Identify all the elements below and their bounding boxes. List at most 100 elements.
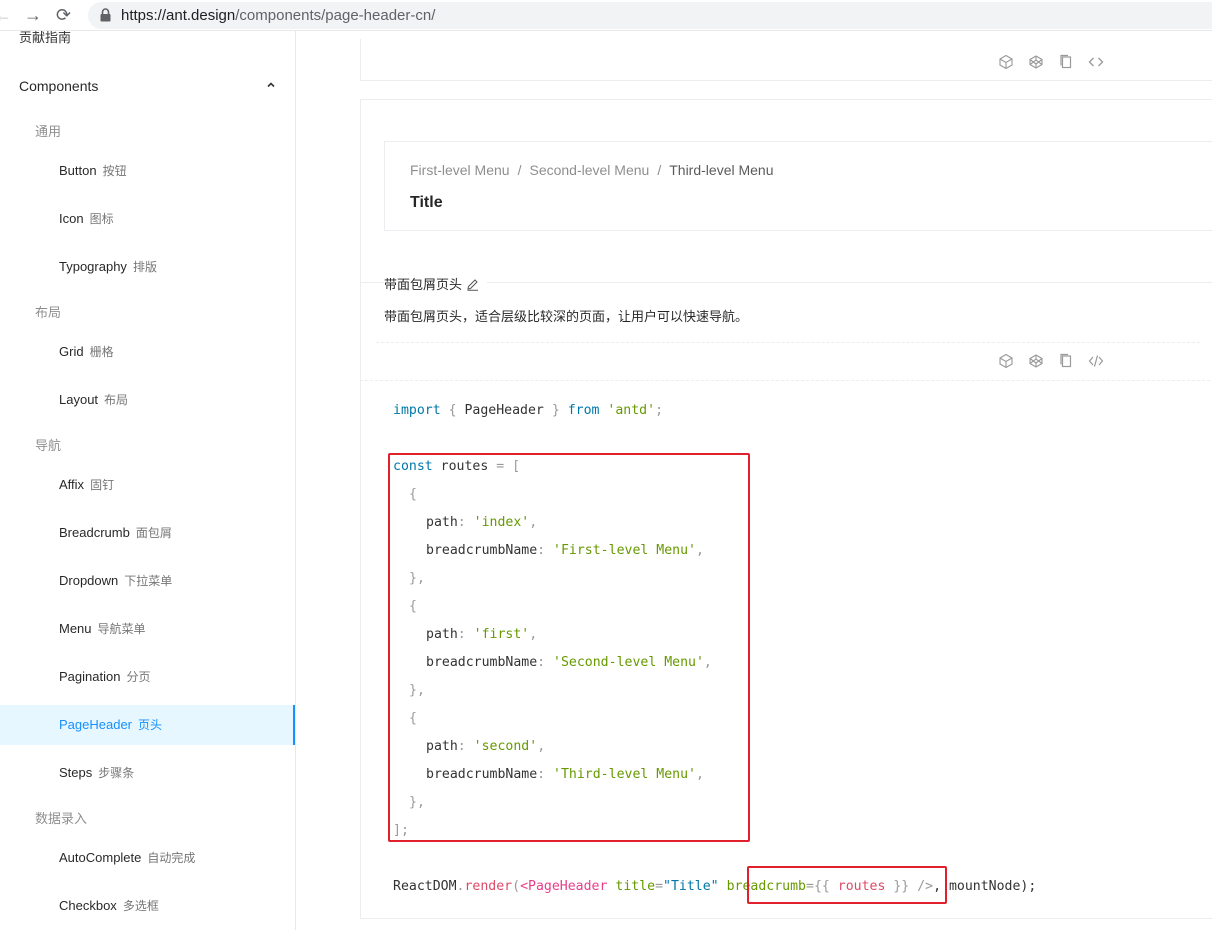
demo-meta-title: 带面包屑页头	[384, 274, 488, 293]
sidebar-group-data-entry: 数据录入	[35, 811, 88, 826]
sidebar-item-autocomplete[interactable]: AutoComplete 自动完成	[0, 838, 295, 878]
edit-icon[interactable]	[466, 278, 479, 291]
sidebar-item-cn: 面包屑	[135, 526, 172, 540]
sidebar-item-button[interactable]: Button 按钮	[0, 151, 295, 191]
sidebar-item-typography[interactable]: Typography 排版	[0, 247, 295, 287]
reload-icon[interactable]: ⟳	[56, 5, 71, 25]
breadcrumb-prop-highlight-box	[747, 866, 947, 904]
code-token: ReactDOM	[393, 879, 457, 894]
sidebar-item-label: AutoComplete	[59, 850, 142, 865]
copy-icon[interactable]	[1058, 54, 1074, 70]
sidebar-item-affix[interactable]: Affix 固钉	[0, 465, 295, 505]
lock-icon	[100, 8, 111, 22]
sidebar-item-label: Pagination	[59, 669, 121, 684]
code-token: (	[512, 879, 521, 894]
sidebar-item-pageheader[interactable]: PageHeader 页头	[0, 705, 295, 745]
sidebar-item-cn: 自动完成	[147, 851, 196, 865]
code-token: 'antd'	[607, 403, 656, 418]
code-token: }	[543, 403, 568, 418]
sidebar-item-label: Affix	[59, 477, 85, 492]
sidebar-item-dropdown[interactable]: Dropdown 下拉菜单	[0, 561, 295, 601]
sidebar-item-grid[interactable]: Grid 栅格	[0, 332, 295, 372]
sidebar-item-label: Typography	[59, 259, 127, 274]
breadcrumb-item[interactable]: First-level Menu	[410, 162, 510, 178]
meta-divider	[360, 282, 1212, 283]
sidebar-item-cn: 步骤条	[98, 766, 135, 780]
breadcrumb: First-level Menu / Second-level Menu / Third…	[410, 162, 774, 178]
breadcrumb-separator: /	[657, 162, 662, 178]
sidebar-item-label: Grid	[59, 344, 84, 359]
sidebar-item-label: Icon	[59, 211, 84, 226]
code-divider	[360, 380, 1212, 381]
previous-demo-actions	[998, 54, 1104, 70]
sidebar-item-checkbox[interactable]: Checkbox 多选框	[0, 886, 295, 926]
sidebar-item-label: Steps	[59, 765, 93, 780]
sidebar: 贡献指南 Components 通用 Button 按钮 Icon 图标 Typog…	[0, 31, 296, 930]
sidebar-item-cn: 下拉菜单	[124, 574, 173, 588]
sidebar-group-navigation: 导航	[35, 438, 62, 453]
breadcrumb-item[interactable]: Second-level Menu	[529, 162, 649, 178]
main-content: First-level Menu / Second-level Menu / Third…	[296, 31, 1212, 930]
code-token: title	[615, 879, 656, 894]
sidebar-item-cn: 页头	[138, 718, 163, 732]
code-line-import: import { PageHeader } from 'antd';	[393, 401, 663, 421]
sidebar-item-label: Button	[59, 163, 97, 178]
sidebar-item-label: Menu	[59, 621, 92, 636]
url-host: https://ant.design	[121, 7, 236, 24]
page-header-title: Title	[410, 194, 443, 211]
breadcrumb-separator: /	[517, 162, 522, 178]
sidebar-item-cn: 按钮	[102, 164, 127, 178]
description-divider	[376, 342, 1200, 343]
sidebar-item-steps[interactable]: Steps 步骤条	[0, 753, 295, 793]
codepen-icon[interactable]	[1028, 353, 1044, 369]
sidebar-item-cn: 栅格	[89, 345, 114, 359]
code-token: "Title"	[663, 879, 719, 894]
demo-description: 带面包屑页头，适合层级比较深的页面，让用户可以快速导航。	[384, 309, 749, 324]
code-token: PageHeader	[528, 879, 608, 894]
url-path: /components/page-header-cn/	[235, 7, 436, 24]
demo-meta-title-text: 带面包屑页头	[384, 277, 463, 292]
code-token: =	[655, 879, 664, 894]
sidebar-item-label: PageHeader	[59, 717, 132, 732]
arrow-right-icon[interactable]: →	[24, 5, 42, 25]
sidebar-item-icon[interactable]: Icon 图标	[0, 199, 295, 239]
sidebar-item-label: Layout	[59, 392, 99, 407]
arrow-left-icon[interactable]: ←	[0, 5, 12, 25]
codepen-icon[interactable]	[1028, 54, 1044, 70]
code-token: PageHeader	[464, 403, 544, 418]
sidebar-group-layout: 布局	[35, 305, 62, 320]
code-token: import	[393, 403, 441, 418]
chevron-up-icon[interactable]	[265, 79, 277, 91]
sidebar-item-cn: 排版	[132, 260, 157, 274]
sidebar-item-breadcrumb[interactable]: Breadcrumb 面包屑	[0, 513, 295, 553]
demo-actions	[998, 353, 1104, 369]
sidebar-item-label: Checkbox	[59, 898, 117, 913]
sidebar-item-pagination[interactable]: Pagination 分页	[0, 657, 295, 697]
code-token: {	[440, 403, 465, 418]
code-token: render	[464, 879, 513, 894]
sidebar-item-menu[interactable]: Menu 导航菜单	[0, 609, 295, 649]
sidebar-group-general: 通用	[35, 124, 62, 139]
sidebar-item-cn: 多选框	[122, 899, 159, 913]
collapse-code-icon[interactable]	[1088, 353, 1104, 369]
routes-highlight-box	[388, 453, 750, 842]
code-token: ;	[655, 403, 664, 418]
codesandbox-icon[interactable]	[998, 54, 1014, 70]
expand-code-icon[interactable]	[1088, 54, 1104, 70]
sidebar-item-cn: 分页	[126, 670, 151, 684]
sidebar-item-layout[interactable]: Layout 布局	[0, 380, 295, 420]
sidebar-item-label: Dropdown	[59, 573, 119, 588]
address-bar[interactable]: https://ant.design/components/page-heade…	[88, 2, 1212, 29]
sidebar-item-label: Breadcrumb	[59, 525, 130, 540]
breadcrumb-item-current: Third-level Menu	[669, 162, 774, 178]
url-text: https://ant.design/components/page-heade…	[121, 7, 435, 24]
sidebar-item-cn: 导航菜单	[97, 622, 146, 636]
codesandbox-icon[interactable]	[998, 353, 1014, 369]
sidebar-item-contributing[interactable]: 贡献指南	[19, 31, 71, 45]
sidebar-item-cn: 布局	[104, 393, 129, 407]
sidebar-section-components[interactable]: Components	[19, 78, 98, 94]
code-token: , mountNode);	[933, 879, 1037, 894]
copy-icon[interactable]	[1058, 353, 1074, 369]
code-token: from	[567, 403, 600, 418]
